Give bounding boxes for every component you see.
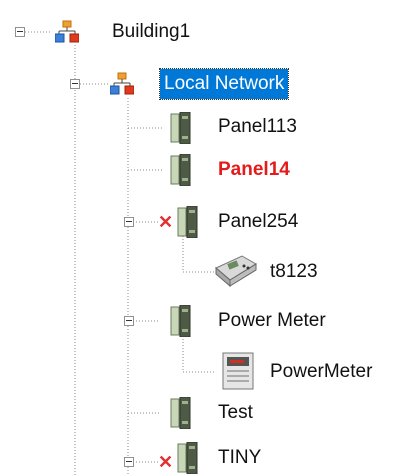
tiny-expander[interactable] (124, 457, 134, 467)
tree-node-panel14[interactable]: Panel14 (218, 154, 290, 186)
offline-x-icon: ✕ (158, 212, 174, 232)
power-meter-expander[interactable] (124, 316, 134, 326)
network-icon (110, 72, 134, 95)
tree-node-test[interactable]: Test (218, 397, 253, 429)
tree-node-t8123[interactable]: t8123 (270, 256, 318, 288)
panel-icon (170, 112, 191, 144)
tree-node-tiny[interactable]: TINY (218, 442, 261, 474)
panel-icon (177, 206, 198, 238)
network-icon (55, 20, 79, 43)
tree-node-local-network[interactable]: Local Network (158, 68, 290, 100)
meter-icon (222, 352, 254, 390)
tree-node-building1[interactable]: Building1 (112, 16, 190, 48)
tree-node-power-meter[interactable]: Power Meter (218, 305, 326, 337)
building1-expander[interactable] (15, 27, 25, 37)
local-network-expander[interactable] (70, 79, 80, 89)
panel-icon (170, 305, 191, 337)
tree-node-powermeter[interactable]: PowerMeter (270, 356, 372, 388)
offline-x-icon: ✕ (158, 452, 174, 472)
panel-icon (177, 442, 198, 474)
device-icon (215, 255, 257, 288)
panel-icon (170, 154, 191, 186)
tree-node-panel113[interactable]: Panel113 (218, 111, 297, 143)
panel254-expander[interactable] (124, 217, 134, 227)
tree-node-panel254[interactable]: Panel254 (218, 206, 298, 238)
panel-icon (170, 397, 191, 429)
device-tree: Building1 Local Network Panel113 Panel14… (0, 0, 399, 475)
